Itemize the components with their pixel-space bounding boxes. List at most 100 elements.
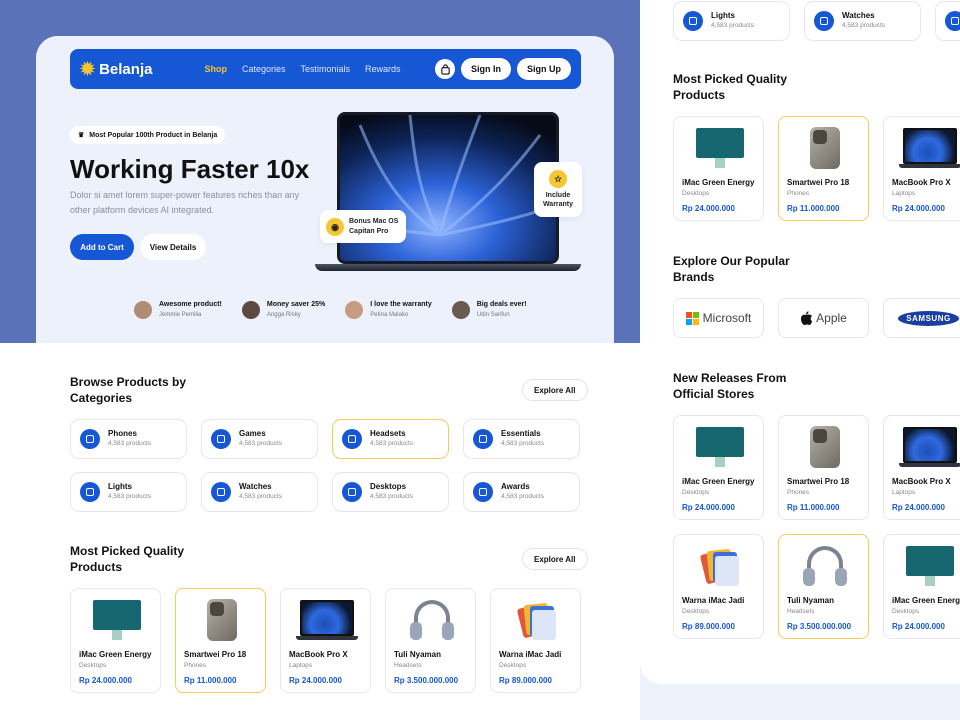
bonus-chip-text: Bonus Mac OS Capitan Pro: [349, 217, 399, 235]
watch-icon: [814, 11, 834, 31]
category-card-lights[interactable]: Lights 4,583 products: [70, 472, 187, 512]
product-price: Rp 3.500.000.000: [394, 676, 459, 685]
product-category: Desktops: [499, 662, 527, 669]
laptop-base: [315, 264, 581, 271]
product-card[interactable]: iMac Green Energy Desktops Rp 24.000.000: [70, 588, 161, 693]
category-count: 4,583 products: [108, 440, 152, 447]
headphones-image: [787, 542, 862, 590]
macos-icon: ◉: [326, 217, 344, 236]
star-icon: ☆: [549, 170, 567, 188]
nav-item-categories[interactable]: Categories: [242, 64, 286, 74]
color-cards-image: [499, 596, 574, 644]
product-price: Rp 89.000.000: [499, 676, 552, 685]
product-card[interactable]: Warna iMac Jadi Desktops Rp 89.000.000: [490, 588, 581, 693]
review-title: Awesome product!: [159, 301, 222, 308]
product-category: Phones: [787, 489, 810, 496]
phone-image: [787, 423, 862, 471]
color-cards-image: [682, 542, 757, 590]
product-card[interactable]: Tuli Nyaman Headsets Rp 3.500.000.000: [385, 588, 476, 693]
product-card[interactable]: Smartwei Pro 18 Phones Rp 11.000.000: [778, 116, 869, 221]
category-card-games[interactable]: Games 4,583 products: [201, 419, 318, 459]
product-card[interactable]: MacBook Pro X Laptops Rp 24.000.000: [883, 415, 960, 520]
picked-title: Most Picked Quality Products: [70, 544, 185, 574]
brand-name: Apple: [816, 311, 847, 325]
nav-item-testimonials[interactable]: Testimonials: [300, 64, 350, 74]
brand-card-microsoft[interactable]: Microsoft: [673, 298, 764, 338]
category-count: 4,583 products: [842, 22, 886, 29]
product-card[interactable]: Smartwei Pro 18 Phones Rp 11.000.000: [175, 588, 266, 693]
sign-up-button[interactable]: Sign Up: [517, 58, 571, 80]
category-card-essentials[interactable]: Essentials 4,583 products: [463, 419, 580, 459]
popular-badge: ♛ Most Popular 100th Product in Belanja: [70, 126, 226, 144]
view-details-button[interactable]: View Details: [140, 234, 206, 260]
box-icon: [473, 429, 493, 449]
warranty-chip-text: Include Warranty: [542, 192, 574, 208]
review-title: I love the warranty: [370, 301, 432, 308]
category-card-lights[interactable]: Lights 4,583 products: [673, 1, 790, 41]
category-card-watches[interactable]: Watches 4,583 products: [201, 472, 318, 512]
product-price: Rp 11.000.000: [787, 204, 840, 213]
category-card-watches[interactable]: Watches 4,583 products: [804, 1, 921, 41]
product-card[interactable]: iMac Green Energy Desktops Rp 24.000.000: [883, 534, 960, 639]
category-count: 4,583 products: [501, 493, 545, 500]
review-item: Money saver 25% Angga Risky: [241, 300, 325, 320]
review-item: Big deals ever! Udin Sarifun: [451, 300, 527, 320]
category-name: Games: [239, 429, 266, 438]
category-count: 4,583 products: [370, 440, 414, 447]
category-name: Desktops: [370, 482, 407, 491]
category-card-next[interactable]: [935, 1, 960, 41]
nav-item-shop[interactable]: Shop: [204, 64, 227, 74]
product-card[interactable]: iMac Green Energy Desktops Rp 24.000.000: [673, 116, 764, 221]
watch-icon: [211, 482, 231, 502]
logo[interactable]: ✹ Belanja: [80, 60, 152, 78]
shopping-bag-icon: [440, 63, 450, 75]
right-picked-title: Most Picked Quality Products: [673, 72, 788, 102]
product-category: Headsets: [787, 608, 815, 615]
product-name: MacBook Pro X: [289, 650, 348, 659]
category-card-phones[interactable]: Phones 4,583 products: [70, 419, 187, 459]
hero-section: ✹ Belanja Shop Categories Testimonials R…: [36, 36, 614, 343]
product-card[interactable]: Smartwei Pro 18 Phones Rp 11.000.000: [778, 415, 869, 520]
review-author: Angga Risky: [266, 312, 301, 318]
product-category: Laptops: [892, 190, 916, 197]
product-category: Laptops: [289, 662, 313, 669]
product-card[interactable]: MacBook Pro X Laptops Rp 24.000.000: [280, 588, 371, 693]
navbar: ✹ Belanja Shop Categories Testimonials R…: [70, 49, 581, 89]
macbook-image: [289, 596, 364, 644]
nav-actions: Sign In Sign Up: [435, 58, 571, 80]
product-price: Rp 24.000.000: [289, 676, 342, 685]
headset-icon: [342, 429, 362, 449]
cart-button[interactable]: [435, 59, 455, 79]
product-price: Rp 24.000.000: [892, 503, 945, 512]
phone-image: [787, 124, 862, 172]
product-card[interactable]: MacBook Pro X Laptops Rp 24.000.000: [883, 116, 960, 221]
nav-item-rewards[interactable]: Rewards: [365, 64, 401, 74]
phone-icon: [80, 429, 100, 449]
phone-image: [184, 596, 259, 644]
brand-card-samsung[interactable]: SAMSUNG: [883, 298, 960, 338]
product-price: Rp 3.500.000.000: [787, 622, 852, 631]
picked-explore-button[interactable]: Explore All: [522, 548, 588, 570]
category-card-desktops[interactable]: Desktops 4,583 products: [332, 472, 449, 512]
product-card[interactable]: Warna iMac Jadi Desktops Rp 89.000.000: [673, 534, 764, 639]
product-category: Desktops: [682, 608, 710, 615]
categories-explore-button[interactable]: Explore All: [522, 379, 588, 401]
category-count: 4,583 products: [239, 440, 283, 447]
sign-in-button[interactable]: Sign In: [461, 58, 511, 80]
product-name: iMac Green Energy: [892, 596, 960, 605]
product-category: Phones: [787, 190, 810, 197]
product-card[interactable]: Tuli Nyaman Headsets Rp 3.500.000.000: [778, 534, 869, 639]
monitor-icon: [945, 11, 960, 31]
review-item: Awesome product! Jemmie Pemilia: [134, 300, 222, 320]
category-card-awards[interactable]: Awards 4,583 products: [463, 472, 580, 512]
brand-card-apple[interactable]: Apple: [778, 298, 869, 338]
hero-description: Dolor si amet lorem super-power features…: [70, 190, 300, 215]
categories-title: Browse Products by Categories: [70, 375, 187, 405]
product-card[interactable]: iMac Green Energy Desktops Rp 24.000.000: [673, 415, 764, 520]
product-name: Smartwei Pro 18: [787, 477, 850, 486]
homepage-frame: ✹ Belanja Shop Categories Testimonials R…: [36, 36, 614, 720]
category-card-headsets[interactable]: Headsets 4,583 products: [332, 419, 449, 459]
product-name: Warna iMac Jadi: [682, 596, 745, 605]
category-name: Awards: [501, 482, 530, 491]
add-to-cart-button[interactable]: Add to Cart: [70, 234, 134, 260]
